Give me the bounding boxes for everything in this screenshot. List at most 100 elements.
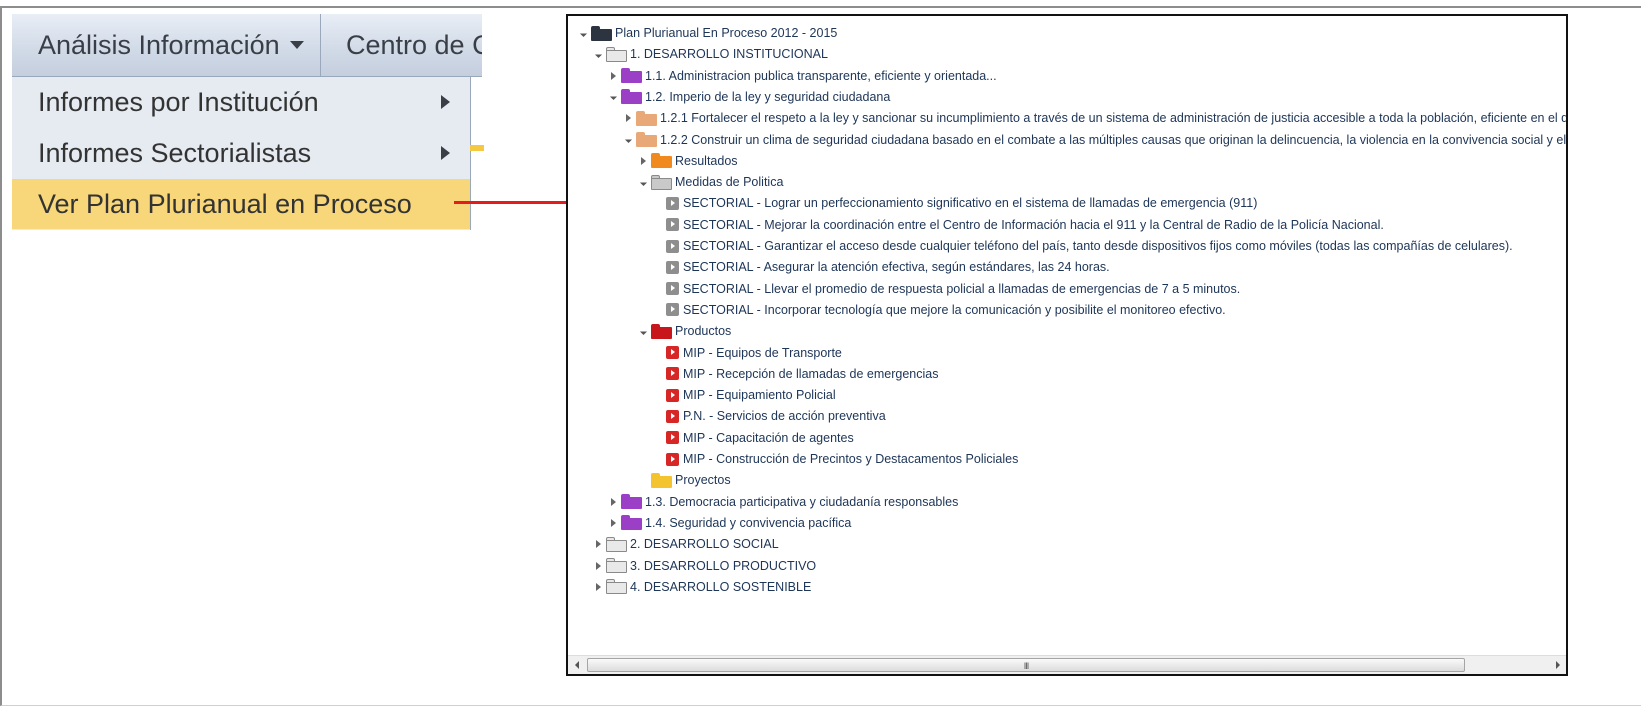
background-accent — [470, 145, 484, 151]
tree-node-label: P.N. - Servicios de acción preventiva — [683, 409, 886, 424]
menu-item-ver-plan-plurianual[interactable]: Ver Plan Plurianual en Proceso — [12, 179, 470, 229]
leaf-play-icon — [666, 431, 679, 445]
expand-toggle-icon[interactable] — [637, 172, 649, 192]
collapse-toggle-icon[interactable] — [607, 66, 619, 86]
tree-node-label: MIP - Equipos de Transporte — [683, 345, 842, 360]
toggle-spacer — [652, 364, 664, 384]
expand-toggle-icon[interactable] — [607, 87, 619, 107]
tree-node[interactable]: 1.1. Administracion publica transparente… — [607, 66, 997, 86]
menu-item-informes-institucion[interactable]: Informes por Institución — [12, 77, 470, 127]
tree-node-label: Plan Plurianual En Proceso 2012 - 2015 — [615, 26, 838, 40]
tree-node[interactable]: P.N. - Servicios de acción preventiva — [652, 406, 886, 426]
scroll-left-icon[interactable] — [568, 656, 585, 673]
tree-node-label: Productos — [675, 324, 732, 339]
tree-node[interactable]: MIP - Capacitación de agentes — [652, 428, 854, 448]
toggle-spacer — [652, 385, 664, 405]
tree-node[interactable]: 1. DESARROLLO INSTITUCIONAL — [592, 44, 828, 64]
leaf-play-icon — [666, 282, 679, 296]
expand-toggle-icon[interactable] — [622, 130, 634, 150]
collapse-toggle-icon[interactable] — [607, 492, 619, 512]
tree-node[interactable]: 1.4. Seguridad y convivencia pacífica — [607, 513, 851, 533]
tree-node[interactable]: 1.2.1 Fortalecer el respeto a la ley y s… — [622, 108, 1568, 128]
tree-node[interactable]: SECTORIAL - Garantizar el acceso desde c… — [652, 236, 1513, 256]
leaf-play-icon — [666, 409, 679, 423]
leaf-play-icon — [666, 239, 679, 253]
expand-toggle-icon[interactable] — [637, 321, 649, 341]
tree-node[interactable]: Proyectos — [637, 470, 731, 490]
collapse-toggle-icon[interactable] — [592, 556, 604, 576]
tree-node[interactable]: SECTORIAL - Llevar el promedio de respue… — [652, 279, 1240, 299]
tree-node-label: 1. DESARROLLO INSTITUCIONAL — [630, 47, 828, 62]
scroll-right-icon[interactable] — [1549, 656, 1566, 673]
collapse-toggle-icon[interactable] — [637, 151, 649, 171]
tree-node-label: 3. DESARROLLO PRODUCTIVO — [630, 558, 817, 573]
folder-icon — [606, 558, 627, 573]
tree-node[interactable]: Medidas de Politica — [637, 172, 783, 192]
leaf-play-icon — [666, 388, 679, 402]
collapse-toggle-icon[interactable] — [607, 513, 619, 533]
tree-node-label: SECTORIAL - Llevar el promedio de respue… — [683, 281, 1241, 296]
tree-node[interactable]: MIP - Equipamiento Policial — [652, 385, 836, 405]
folder-icon — [621, 89, 642, 105]
tree-node[interactable]: SECTORIAL - Asegurar la atención efectiv… — [652, 257, 1110, 277]
folder-icon — [606, 579, 627, 595]
toggle-spacer — [652, 236, 664, 256]
tree-node[interactable]: 3. DESARROLLO PRODUCTIVO — [592, 556, 816, 576]
tree-node-label: Medidas de Politica — [675, 175, 784, 190]
leaf-play-icon — [666, 346, 679, 359]
folder-icon — [621, 515, 642, 531]
tree-node-label: MIP - Equipamiento Policial — [683, 388, 836, 403]
expand-toggle-icon[interactable] — [592, 44, 604, 64]
tree-node[interactable]: MIP - Equipos de Transporte — [652, 343, 842, 363]
tree-node[interactable]: 4. DESARROLLO SOSTENIBLE — [592, 577, 811, 597]
folder-icon — [651, 174, 672, 190]
tree-node-label: 2. DESARROLLO SOCIAL — [630, 537, 779, 552]
folder-icon — [606, 536, 627, 552]
tree-node[interactable]: Resultados — [637, 151, 738, 171]
tree-node[interactable]: Productos — [637, 321, 731, 341]
tree-node[interactable]: SECTORIAL - Lograr un perfeccionamiento … — [652, 193, 1257, 213]
collapse-toggle-icon[interactable] — [622, 108, 634, 128]
expand-toggle-icon[interactable] — [577, 23, 589, 43]
tree-node-label: Resultados — [675, 153, 738, 168]
collapse-toggle-icon[interactable] — [592, 534, 604, 554]
chevron-right-icon — [441, 95, 450, 109]
horizontal-scrollbar[interactable]: III — [568, 655, 1566, 674]
collapse-toggle-icon[interactable] — [592, 577, 604, 597]
leaf-play-icon — [666, 452, 679, 466]
toggle-spacer — [652, 406, 664, 426]
toggle-spacer — [652, 279, 664, 299]
menu-screenshot: Análisis Información Centro de C Informe… — [12, 14, 482, 230]
tree-node[interactable]: 1.3. Democracia participativa y ciudadan… — [607, 492, 958, 512]
menu-analisis-informacion[interactable]: Análisis Información — [12, 14, 321, 76]
dropdown-menu: Informes por Institución Informes Sector… — [12, 77, 471, 230]
folder-icon — [606, 46, 627, 62]
chevron-right-icon — [441, 146, 450, 160]
tree-node[interactable]: MIP - Construcción de Precintos y Destac… — [652, 449, 1018, 469]
toggle-spacer — [652, 449, 664, 469]
menu-centro[interactable]: Centro de C — [322, 14, 482, 76]
menu-label: Centro de C — [346, 30, 482, 60]
tree-node[interactable]: 1.2. Imperio de la ley y seguridad ciuda… — [607, 87, 890, 107]
tree-node[interactable]: SECTORIAL - Mejorar la coordinación entr… — [652, 215, 1384, 235]
leaf-play-icon — [666, 367, 679, 381]
menu-item-informes-sectorialistas[interactable]: Informes Sectorialistas — [12, 128, 470, 178]
menu-item-label: Informes Sectorialistas — [38, 138, 312, 168]
scrollbar-thumb[interactable]: III — [587, 658, 1465, 672]
toggle-spacer — [637, 470, 649, 490]
tree-node[interactable]: 1.2.2 Construir un clima de seguridad ci… — [622, 130, 1566, 150]
menubar: Análisis Información Centro de C — [12, 14, 482, 77]
folder-icon — [591, 25, 612, 41]
toggle-spacer — [652, 215, 664, 235]
leaf-play-icon — [666, 303, 679, 317]
tree-node[interactable]: 2. DESARROLLO SOCIAL — [592, 534, 779, 554]
tree-node-label: MIP - Recepción de llamadas de emergenci… — [683, 366, 939, 381]
scrollbar-grip: III — [1023, 661, 1029, 671]
leaf-play-icon — [666, 218, 679, 232]
tree-node-label: SECTORIAL - Asegurar la atención efectiv… — [683, 260, 1110, 275]
tree-node[interactable]: Plan Plurianual En Proceso 2012 - 2015 — [577, 23, 837, 43]
tree-node-label: 1.2.1 Fortalecer el respeto a la ley y s… — [660, 111, 1568, 126]
tree-node-label: 1.3. Democracia participativa y ciudadan… — [645, 494, 959, 509]
tree-node[interactable]: SECTORIAL - Incorporar tecnología que me… — [652, 300, 1226, 320]
tree-node[interactable]: MIP - Recepción de llamadas de emergenci… — [652, 364, 938, 384]
